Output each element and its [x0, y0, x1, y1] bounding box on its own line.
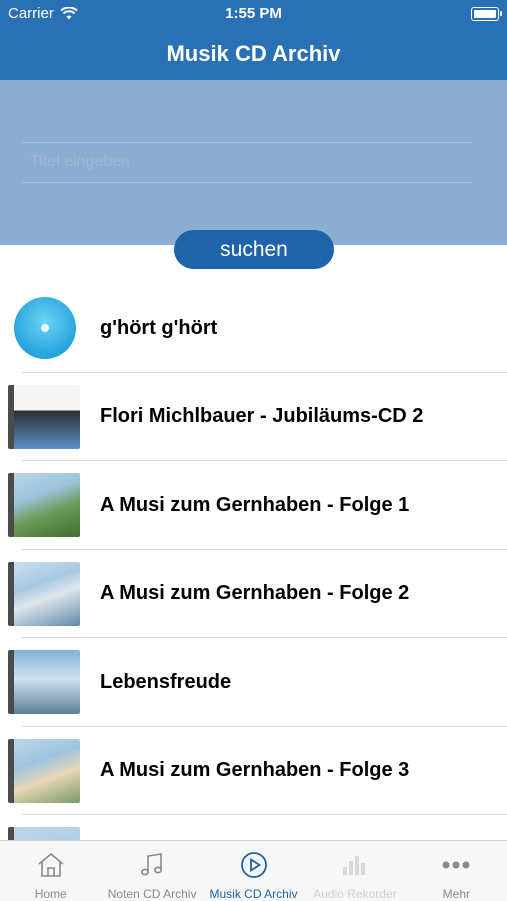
album-cover-image	[8, 384, 80, 449]
album-cover-image	[8, 561, 80, 626]
tab-label: Noten CD Archiv	[107, 887, 197, 901]
page-title: Musik CD Archiv	[166, 41, 341, 66]
list-item-title: A Musi zum Gernhaben - Folge 1	[100, 493, 410, 516]
list-item[interactable]: Flori Michlbauer - Jubiläums-CD 2	[0, 373, 507, 462]
more-icon	[442, 861, 470, 869]
tab-label: Musik CD Archiv	[209, 887, 298, 901]
navigation-bar: Musik CD Archiv	[0, 28, 507, 80]
album-cover-image	[8, 473, 80, 538]
list-item-title: Lebensfreude	[100, 670, 232, 693]
status-time: 1:55 PM	[225, 5, 282, 22]
play-circle-icon	[240, 852, 267, 878]
list-item[interactable]: Lebensfreude	[0, 638, 507, 727]
music-notes-icon	[141, 853, 163, 876]
tab-label: Audio Rekorder	[313, 887, 397, 901]
album-cover-image	[8, 650, 80, 715]
list-item[interactable]: A Musi zum Gernhaben - Folge 1	[0, 461, 507, 550]
tab-noten-cd-archiv[interactable]: Noten CD Archiv	[101, 841, 202, 901]
tab-label: Mehr	[442, 887, 470, 901]
tab-bar: Home Noten CD Archiv Musik CD Archiv Aud…	[0, 840, 507, 901]
status-bar: Carrier 1:55 PM	[0, 0, 507, 28]
tab-label: Home	[34, 887, 67, 901]
tab-audio-rekorder[interactable]: Audio Rekorder	[304, 841, 405, 901]
divider	[22, 182, 472, 183]
list-item-title: A Musi zum Gernhaben - Folge 3	[100, 759, 410, 782]
list-item-title: A Musi zum Gernhaben - Folge 2	[100, 582, 410, 605]
tab-musik-cd-archiv[interactable]: Musik CD Archiv	[203, 841, 304, 901]
cd-result-list[interactable]: g'hört g'hört Flori Michlbauer - Jubiläu…	[0, 284, 507, 840]
album-cover-image	[8, 827, 80, 840]
album-cover-image	[8, 738, 80, 803]
home-icon	[38, 852, 64, 877]
list-item-title: g'hört g'hört	[100, 316, 218, 339]
search-panel	[0, 80, 507, 245]
battery-icon	[471, 7, 502, 21]
tab-mehr[interactable]: Mehr	[406, 841, 507, 901]
list-item[interactable]	[0, 815, 507, 840]
cd-disc-image	[14, 297, 76, 360]
search-button[interactable]: suchen	[174, 230, 334, 269]
equalizer-icon	[342, 856, 365, 875]
divider	[22, 142, 472, 143]
search-button-label: suchen	[220, 237, 288, 261]
list-item[interactable]: g'hört g'hört	[0, 284, 507, 373]
title-search-input[interactable]	[22, 144, 472, 180]
tab-home[interactable]: Home	[0, 841, 101, 901]
list-item[interactable]: A Musi zum Gernhaben - Folge 2	[0, 550, 507, 639]
list-item-title: Flori Michlbauer - Jubiläums-CD 2	[100, 405, 424, 428]
list-item[interactable]: A Musi zum Gernhaben - Folge 3	[0, 727, 507, 816]
